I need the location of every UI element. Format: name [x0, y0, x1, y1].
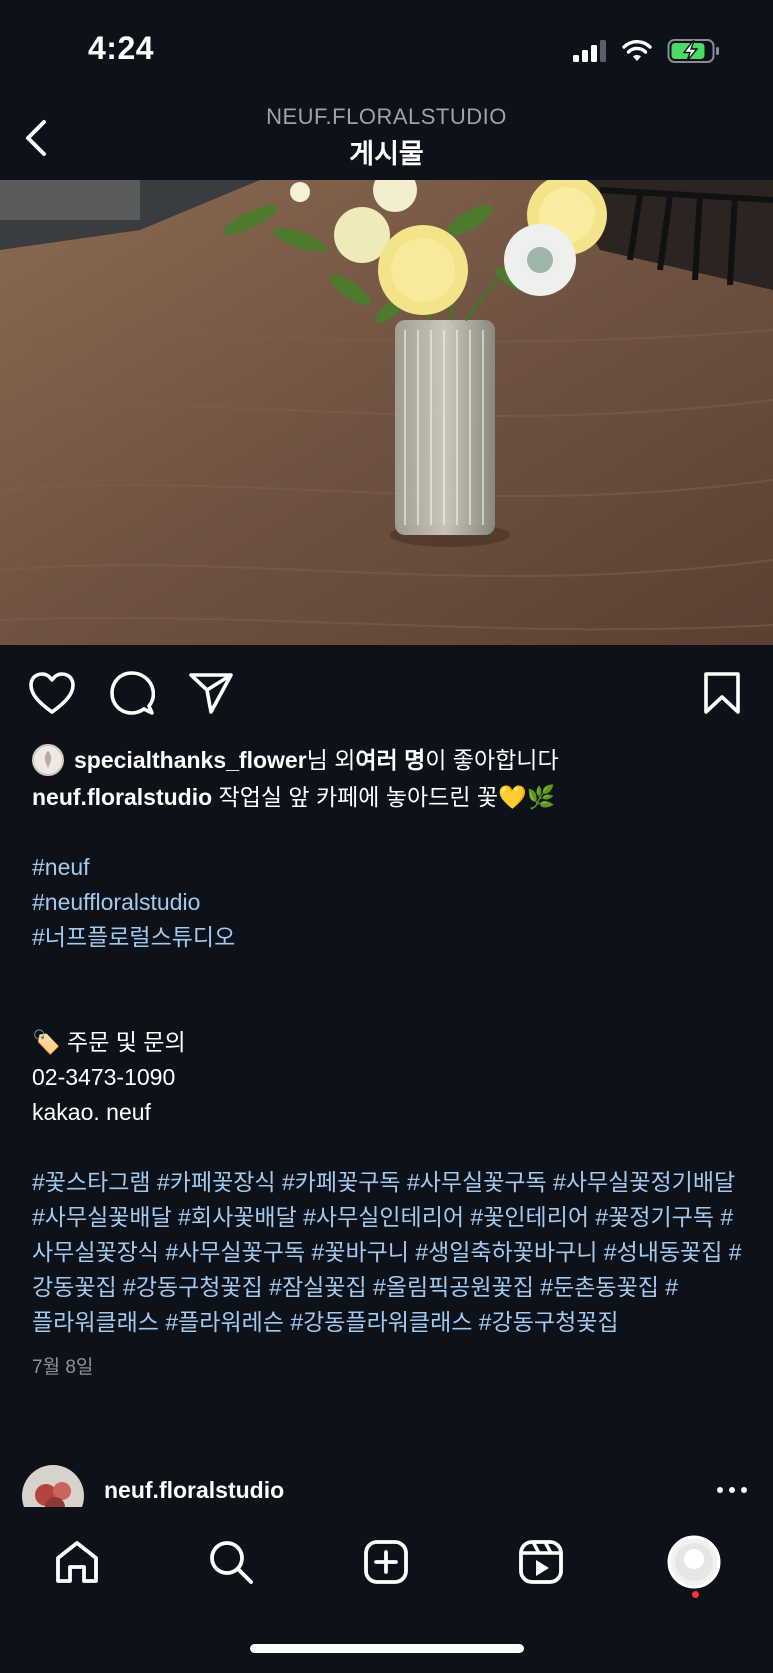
header-username[interactable]: NEUF.FLORALSTUDIO — [0, 104, 773, 130]
comment-button[interactable] — [107, 668, 157, 718]
caption-line: neuf.floralstudio 작업실 앞 카페에 놓아드린 꽃💛🌿 — [32, 780, 747, 815]
tab-search[interactable] — [204, 1535, 258, 1589]
liker-avatar-image — [34, 746, 62, 774]
post-photo — [0, 180, 773, 645]
post-date: 7월 8일 — [32, 1357, 94, 1378]
plus-square-icon — [364, 1540, 408, 1584]
like-button[interactable] — [27, 668, 77, 718]
likes-summary[interactable]: specialthanks_flower 님 외 여러 명이 좋아합니다 — [32, 740, 747, 780]
paper-plane-icon — [189, 673, 233, 714]
bottom-tab-bar — [0, 1507, 773, 1673]
status-icons — [573, 38, 721, 64]
status-time: 4:24 — [88, 30, 155, 66]
tab-profile[interactable] — [667, 1535, 721, 1589]
post-action-bar — [0, 668, 773, 718]
tab-reels[interactable] — [514, 1535, 568, 1589]
likes-text-mid: 님 외 — [306, 746, 356, 773]
wifi-icon — [622, 40, 652, 61]
page-title: 게시물 — [349, 139, 424, 169]
reels-icon — [519, 1540, 563, 1584]
bookmark-icon — [704, 672, 740, 714]
hashtag-paragraph[interactable]: #꽃스타그램 #카페꽃장식 #카페꽃구독 #사무실꽃구독 #사무실꽃정기배달 #… — [32, 1165, 747, 1340]
caption-author[interactable]: neuf.floralstudio — [32, 784, 212, 810]
order-inquiry-label: 🏷️ 주문 및 문의 — [32, 1029, 186, 1055]
next-post-username[interactable]: neuf.floralstudio — [104, 1477, 284, 1504]
share-button[interactable] — [186, 668, 236, 718]
comment-icon — [110, 671, 155, 715]
tab-create[interactable] — [359, 1535, 413, 1589]
home-icon — [56, 1541, 98, 1583]
kakao-id: kakao. neuf — [32, 1099, 151, 1125]
post-caption: specialthanks_flower 님 외 여러 명이 좋아합니다 neuf… — [32, 740, 747, 1385]
likes-text-end: 이 좋아합니다 — [425, 746, 559, 773]
liker-username[interactable]: specialthanks_flower — [74, 743, 307, 778]
phone-number: 02-3473-1090 — [32, 1064, 176, 1090]
tab-home[interactable] — [50, 1535, 104, 1589]
cellular-signal-icon — [573, 40, 606, 62]
save-button[interactable] — [697, 668, 747, 718]
profile-avatar — [667, 1535, 721, 1589]
battery-charging-icon — [667, 39, 719, 63]
notification-dot — [692, 1591, 699, 1598]
caption-text: 작업실 앞 카페에 놓아드린 꽃💛🌿 — [212, 784, 556, 810]
home-indicator[interactable] — [250, 1644, 524, 1653]
status-bar: 4:24 — [0, 0, 773, 100]
hashtag-link[interactable]: #neuffloralstudio — [32, 885, 747, 920]
post-image[interactable] — [0, 180, 773, 645]
hashtag-link[interactable]: #너프플로럴스튜디오 — [32, 920, 747, 955]
more-options-button[interactable] — [717, 1487, 747, 1493]
hashtag-link[interactable]: #neuf — [32, 850, 747, 885]
post-header: NEUF.FLORALSTUDIO 게시물 — [0, 100, 773, 180]
search-icon — [210, 1541, 253, 1584]
heart-icon — [29, 672, 75, 714]
liker-avatar[interactable] — [32, 744, 64, 776]
likes-others[interactable]: 여러 명 — [355, 743, 425, 778]
